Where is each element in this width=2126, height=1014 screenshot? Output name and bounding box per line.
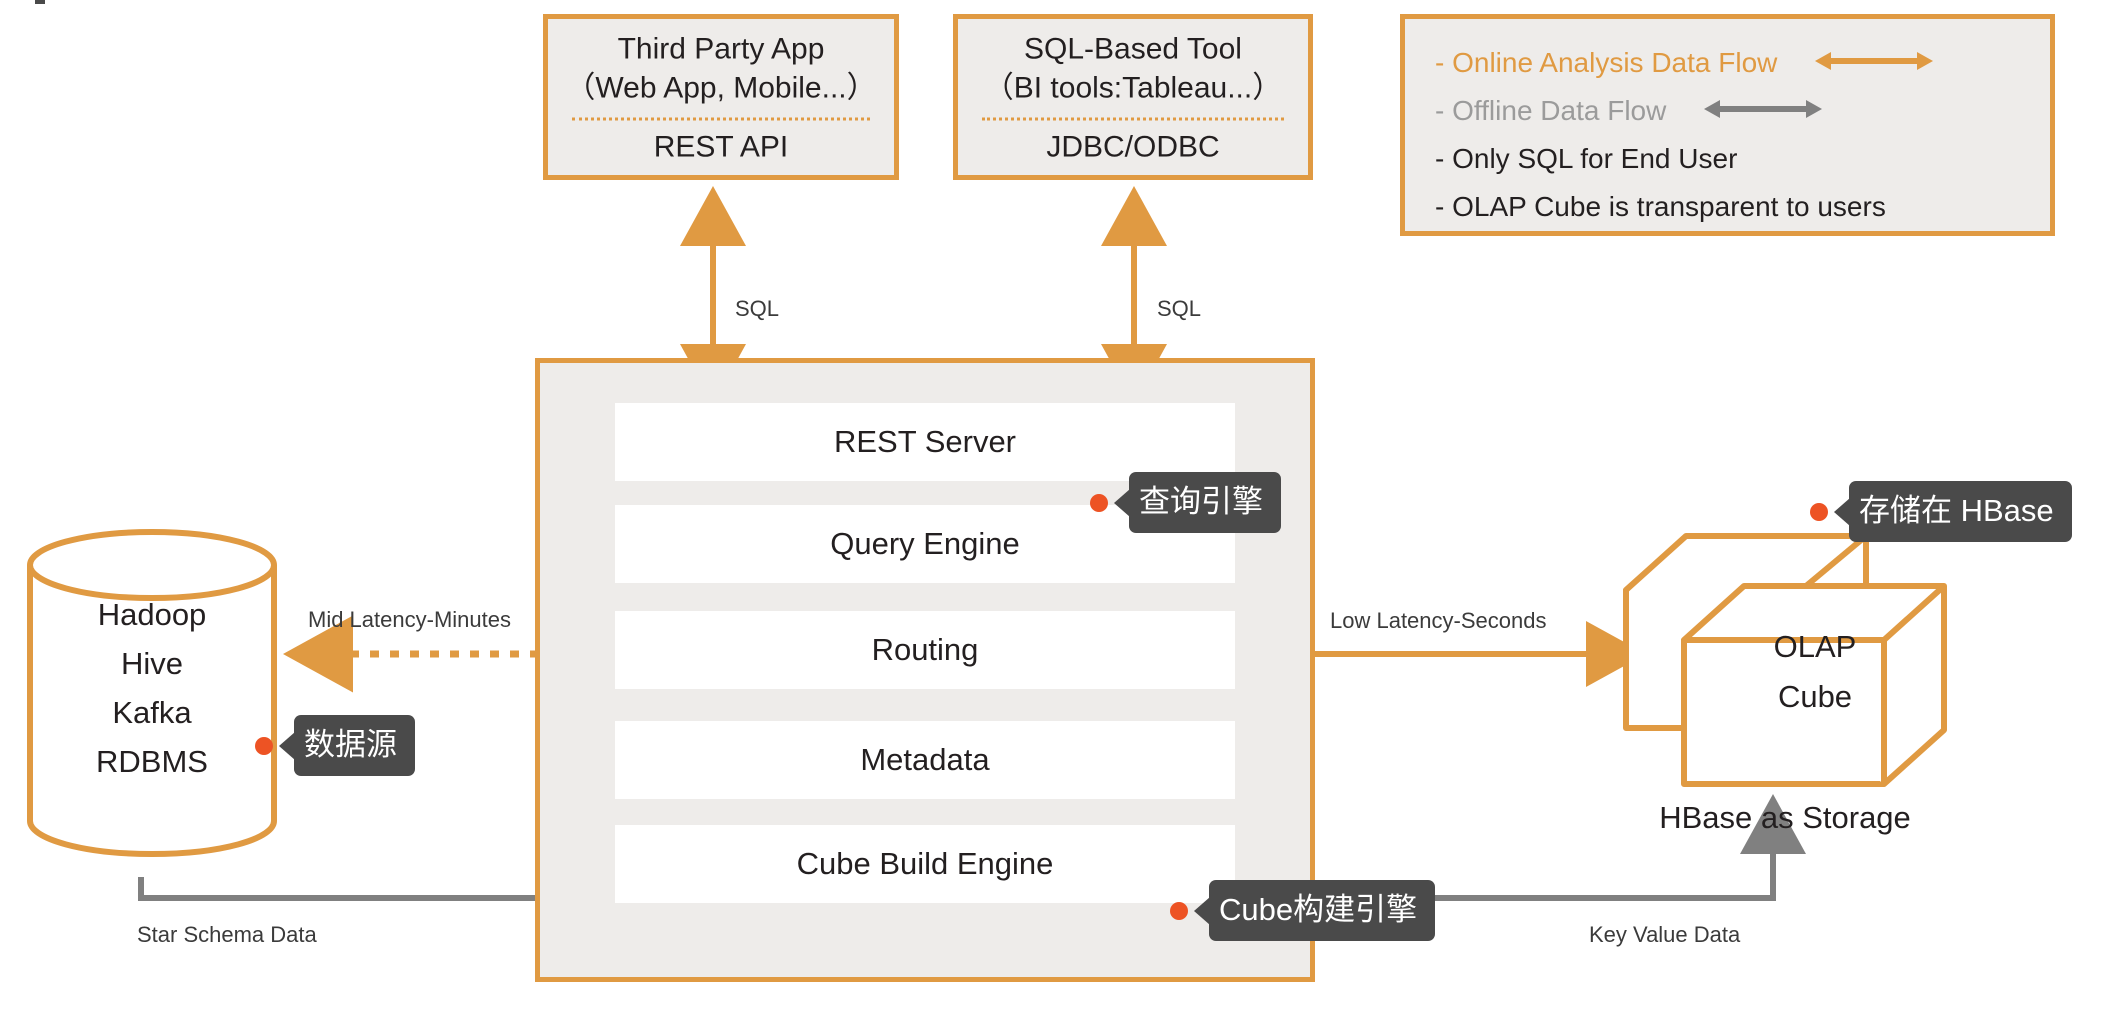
- edge-label-sql-right: SQL: [1157, 296, 1201, 322]
- callout-beak-icon: [1194, 897, 1210, 925]
- edge-label-key-value: Key Value Data: [1589, 922, 1740, 948]
- cropped-mark: [35, 0, 45, 4]
- callout-query-engine[interactable]: 查询引擎: [1090, 472, 1281, 533]
- olap-label-line1: OLAP: [1730, 622, 1900, 672]
- component-label: Metadata: [860, 742, 989, 778]
- callout-data-source[interactable]: 数据源: [255, 715, 415, 776]
- component-label: REST Server: [834, 424, 1016, 460]
- callout-hbase-storage[interactable]: 存储在 HBase: [1810, 481, 2072, 542]
- hbase-storage-caption: HBase as Storage: [1600, 800, 1970, 836]
- edge-label-star-schema: Star Schema Data: [137, 922, 317, 948]
- legend-box: - Online Analysis Data Flow - Offline Da…: [1400, 14, 2055, 236]
- double-arrow-gray-icon: [1704, 95, 1822, 127]
- olap-cube-graphic[interactable]: OLAP Cube: [1620, 530, 1950, 790]
- legend-item-offline-data-flow: - Offline Data Flow: [1435, 87, 2030, 135]
- double-arrow-orange-icon: [1815, 47, 1933, 79]
- diagram-canvas: Third Party App （Web App, Mobile...） RES…: [0, 0, 2126, 1014]
- data-source-labels: Hadoop Hive Kafka RDBMS: [24, 591, 280, 787]
- sql-based-tool-title: SQL-Based Tool （BI tools:Tableau...）: [958, 30, 1308, 108]
- callout-dot-icon: [255, 737, 273, 755]
- legend-item-only-sql: - Only SQL for End User: [1435, 135, 2030, 183]
- callout-cube-build-engine[interactable]: Cube构建引擎: [1170, 880, 1435, 941]
- legend-item-olap-transparent: - OLAP Cube is transparent to users: [1435, 183, 2030, 231]
- callout-dot-icon: [1090, 494, 1108, 512]
- component-routing[interactable]: Routing: [615, 611, 1235, 689]
- client-box-third-party-app[interactable]: Third Party App （Web App, Mobile...） RES…: [543, 14, 899, 180]
- callout-beak-icon: [1834, 498, 1850, 526]
- component-cube-build-engine[interactable]: Cube Build Engine: [615, 825, 1235, 903]
- callout-text: 存储在 HBase: [1849, 481, 2072, 542]
- component-label: Query Engine: [830, 526, 1020, 562]
- callout-text: 数据源: [294, 715, 415, 776]
- legend-label: - Only SQL for End User: [1435, 143, 1737, 175]
- star-schema-arrow: [141, 877, 600, 898]
- legend-label: - OLAP Cube is transparent to users: [1435, 191, 1886, 223]
- sql-based-tool-interface: JDBC/ODBC: [958, 131, 1308, 165]
- callout-beak-icon: [1114, 489, 1130, 517]
- callout-text: 查询引擎: [1129, 472, 1281, 533]
- data-source-line: Hadoop: [24, 591, 280, 640]
- legend-label: - Online Analysis Data Flow: [1435, 47, 1777, 79]
- third-party-app-interface: REST API: [548, 131, 894, 165]
- data-source-line: RDBMS: [24, 738, 280, 787]
- third-party-app-title: Third Party App （Web App, Mobile...）: [548, 30, 894, 108]
- callout-text: Cube构建引擎: [1209, 880, 1435, 941]
- divider-dotted: [572, 118, 870, 121]
- legend-item-online-analysis: - Online Analysis Data Flow: [1435, 39, 2030, 87]
- divider-dotted: [982, 118, 1284, 121]
- callout-dot-icon: [1810, 503, 1828, 521]
- callout-beak-icon: [279, 732, 295, 760]
- data-source-cylinder[interactable]: Hadoop Hive Kafka RDBMS: [24, 527, 280, 859]
- component-label: Routing: [872, 632, 979, 668]
- edge-label-sql-left: SQL: [735, 296, 779, 322]
- client-box-sql-based-tool[interactable]: SQL-Based Tool （BI tools:Tableau...） JDB…: [953, 14, 1313, 180]
- olap-cube-label: OLAP Cube: [1730, 622, 1900, 722]
- legend-label: - Offline Data Flow: [1435, 95, 1666, 127]
- component-label: Cube Build Engine: [797, 846, 1054, 882]
- component-rest-server[interactable]: REST Server: [615, 403, 1235, 481]
- data-source-line: Kafka: [24, 689, 280, 738]
- callout-dot-icon: [1170, 902, 1188, 920]
- component-metadata[interactable]: Metadata: [615, 721, 1235, 799]
- edge-label-mid-latency: Mid Latency-Minutes: [308, 607, 511, 633]
- olap-label-line2: Cube: [1730, 672, 1900, 722]
- edge-label-low-latency: Low Latency-Seconds: [1330, 608, 1546, 634]
- data-source-line: Hive: [24, 640, 280, 689]
